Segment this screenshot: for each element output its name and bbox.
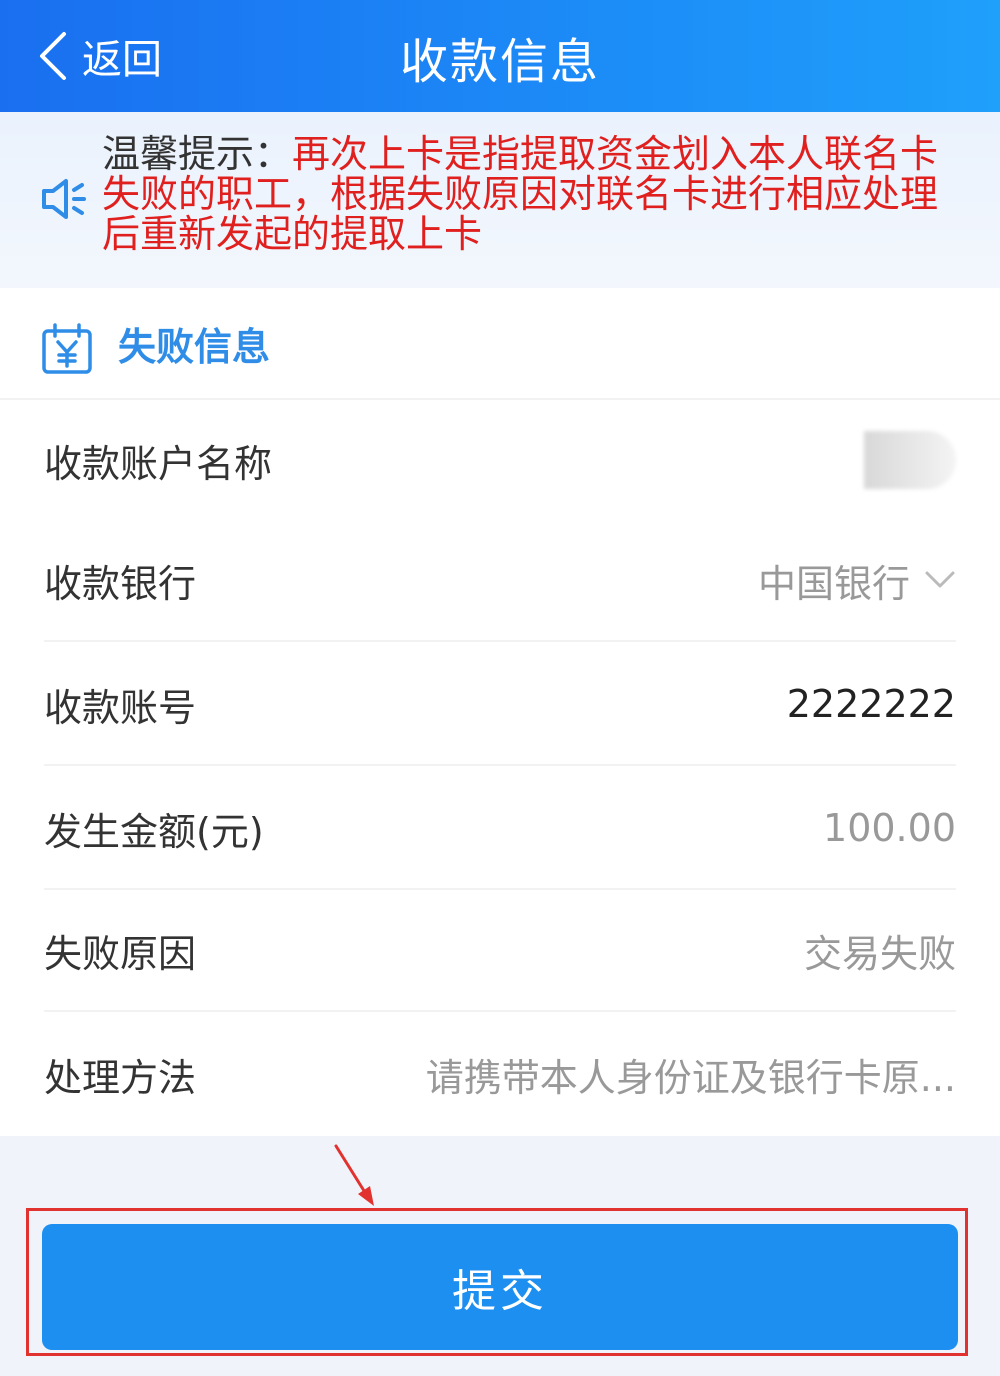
- field-failure-reason: 失败原因 交易失败: [44, 888, 956, 1012]
- notice-prefix: 温馨提示：: [102, 132, 293, 176]
- calendar-yen-icon: [42, 323, 92, 374]
- handling-method-label: 处理方法: [44, 1055, 197, 1100]
- amount-value: 100.00: [823, 806, 956, 850]
- failure-reason-value: 交易失败: [803, 931, 956, 976]
- field-account-name: 收款账户名称: [44, 398, 956, 522]
- account-number-label: 收款账号: [44, 685, 197, 730]
- annotation-arrow-icon: [334, 1144, 374, 1206]
- failure-reason-label: 失败原因: [44, 931, 197, 976]
- speaker-icon: [42, 179, 86, 219]
- field-account-number: 收款账号 2222222: [44, 642, 956, 766]
- account-number-value: 2222222: [786, 682, 956, 726]
- submit-button[interactable]: 提交: [42, 1224, 958, 1350]
- bank-value: 中国银行: [757, 561, 910, 606]
- account-name-value-redacted: [864, 431, 956, 489]
- field-amount: 发生金额(元) 100.00: [44, 766, 956, 890]
- account-name-label: 收款账户名称: [44, 441, 273, 486]
- amount-label: 发生金额(元): [44, 809, 264, 854]
- handling-method-value[interactable]: 请携带本人身份证及银行卡原...: [426, 1047, 956, 1102]
- field-bank[interactable]: 收款银行 中国银行: [44, 518, 956, 642]
- page-title: 收款信息: [399, 34, 600, 90]
- chevron-down-icon: [925, 571, 955, 588]
- bank-label: 收款银行: [44, 561, 197, 606]
- notice-text: 温馨提示：再次上卡是指提取资金划入本人联名卡失败的职工，根据失败原因对联名卡进行…: [102, 134, 962, 254]
- field-handling-method[interactable]: 处理方法 请携带本人身份证及银行卡原...: [44, 1012, 956, 1136]
- bank-select[interactable]: 中国银行: [758, 553, 956, 608]
- section-title: 失败信息: [118, 325, 271, 369]
- top-nav-bar: 返回 收款信息: [0, 0, 1000, 112]
